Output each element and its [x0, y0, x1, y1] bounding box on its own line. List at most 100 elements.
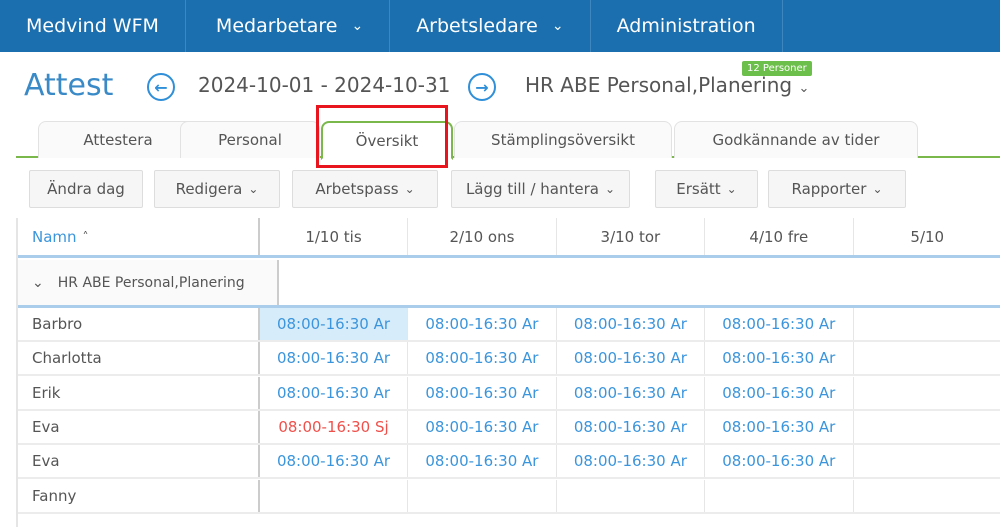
nav-item-arbetsledare[interactable]: Arbetsledare ⌄ [390, 0, 591, 52]
shift-cell[interactable] [854, 377, 1000, 409]
shift-cell[interactable]: 08:00-16:30 Ar [705, 445, 854, 478]
name-header-label: Namn [32, 227, 77, 246]
employee-name[interactable]: Eva [18, 410, 260, 443]
arrow-right-icon: → [475, 77, 489, 97]
shift-cell[interactable]: 08:00-16:30 Ar [705, 410, 854, 443]
nav-item-medarbetare[interactable]: Medarbetare ⌄ [186, 0, 391, 52]
highlight-box [316, 105, 448, 168]
tab-4[interactable]: Godkännande av tider [674, 121, 918, 158]
chevron-down-icon: ⌄ [551, 18, 564, 34]
day-header: 4/10 fre [705, 218, 854, 255]
shift-cell[interactable]: 08:00-16:30 Sj [260, 410, 409, 443]
chevron-down-icon: ⌄ [726, 182, 737, 196]
group-label: HR ABE Personal,Planering [57, 274, 245, 291]
toolbar-button-2[interactable]: Arbetspass ⌄ [292, 170, 438, 208]
shift-cell[interactable] [854, 342, 1000, 374]
table-row: Fanny [18, 479, 1000, 514]
shift-cell[interactable]: 08:00-16:30 Ar [408, 376, 557, 409]
employee-name[interactable]: Fanny [18, 479, 260, 512]
button-label: Lägg till / hantera [465, 180, 599, 198]
top-nav: Medvind WFM Medarbetare ⌄ Arbetsledare ⌄ Admi… [0, 0, 1000, 52]
arrow-left-icon: ← [154, 77, 168, 97]
nav-item-label: Medarbetare [215, 15, 338, 37]
nav-item-administration[interactable]: Administration [591, 0, 783, 52]
chevron-down-icon: ⌄ [351, 18, 364, 34]
button-label: Ersätt [676, 180, 721, 198]
nav-item-label: Medvind WFM [26, 15, 159, 37]
button-label: Redigera [175, 180, 243, 198]
shift-cell[interactable]: 08:00-16:30 Ar [408, 308, 557, 340]
button-label: Arbetspass [315, 180, 399, 198]
day-header: 3/10 tor [557, 218, 706, 255]
shift-cell[interactable]: 08:00-16:30 Ar [260, 376, 409, 409]
tab-bar: Attestera Personal Översikt Stämplingsövers… [16, 118, 1000, 160]
toolbar-button-1[interactable]: Redigera ⌄ [154, 170, 280, 208]
day-header: 2/10 ons [408, 218, 557, 255]
shift-cell[interactable]: 08:00-16:30 Ar [557, 445, 706, 478]
shift-cell[interactable] [260, 479, 409, 512]
day-header: 5/10 [854, 218, 1000, 255]
next-period-button[interactable]: → [468, 73, 496, 101]
shift-cell[interactable]: 08:00-16:30 Ar [705, 308, 854, 340]
shift-cell[interactable]: 08:00-16:30 Ar [260, 342, 409, 375]
shift-cell[interactable]: 08:00-16:30 Ar [705, 342, 854, 375]
nav-item-label: Arbetsledare [416, 15, 538, 37]
toolbar-button-4[interactable]: Ersätt ⌄ [655, 170, 758, 208]
schedule-grid: Namn ˄ 1/10 tis 2/10 ons 3/10 tor 4/10 fre 5/… [16, 218, 1000, 527]
employee-name[interactable]: Charlotta [18, 342, 260, 375]
button-label: Ändra dag [47, 180, 125, 198]
chevron-down-icon: ⌄ [872, 182, 883, 196]
shift-cell[interactable]: 08:00-16:30 Ar [408, 410, 557, 443]
table-row: Charlotta 08:00-16:30 Ar 08:00-16:30 Ar 08:… [18, 342, 1000, 377]
table-row: Erik 08:00-16:30 Ar 08:00-16:30 Ar 08:00-16… [18, 376, 1000, 411]
shift-cell[interactable] [854, 308, 1000, 340]
shift-cell[interactable]: 08:00-16:30 Ar [408, 445, 557, 478]
group-label: HR ABE Personal,Planering [525, 73, 793, 97]
chevron-down-icon: ⌄ [604, 182, 616, 196]
group-selector[interactable]: HR ABE Personal,Planering ⌄ [525, 73, 809, 97]
button-label: Rapporter [791, 180, 867, 198]
shift-cell[interactable]: 08:00-16:30 Ar [557, 342, 706, 375]
shift-cell[interactable]: 08:00-16:30 Ar [408, 342, 557, 375]
date-range: 2024-10-01 - 2024-10-31 [198, 73, 451, 97]
toolbar-button-5[interactable]: Rapporter ⌄ [768, 170, 906, 208]
sort-by-name-header[interactable]: Namn ˄ [18, 218, 260, 255]
employee-name[interactable]: Barbro [18, 308, 260, 340]
shift-cell[interactable] [854, 445, 1000, 477]
person-count-badge: 12 Personer [742, 61, 812, 76]
chevron-down-icon: ⌄ [798, 81, 810, 96]
shift-cell[interactable] [854, 480, 1000, 512]
grid-header-row: Namn ˄ 1/10 tis 2/10 ons 3/10 tor 4/10 fre 5/… [18, 218, 1000, 258]
nav-item-medvind-wfm[interactable]: Medvind WFM [0, 0, 186, 52]
shift-cell[interactable]: 08:00-16:30 Ar [557, 410, 706, 443]
employee-name[interactable]: Erik [18, 376, 260, 409]
shift-cell[interactable] [705, 479, 854, 512]
group-row[interactable]: ⌄ HR ABE Personal,Planering [18, 260, 1000, 308]
toolbar-button-3[interactable]: Lägg till / hantera ⌄ [451, 170, 630, 208]
shift-cell[interactable]: 08:00-16:30 Ar [557, 308, 706, 340]
chevron-down-icon: ⌄ [32, 274, 44, 291]
employee-name[interactable]: Eva [18, 445, 260, 478]
shift-cell[interactable]: 08:00-16:30 Ar [705, 376, 854, 409]
table-row: Eva 08:00-16:30 Ar 08:00-16:30 Ar 08:00-16:… [18, 445, 1000, 480]
nav-item-label: Administration [616, 15, 756, 37]
tab-0[interactable]: Attestera [38, 121, 198, 158]
table-row: Barbro 08:00-16:30 Ar 08:00-16:30 Ar 08:00-… [18, 308, 1000, 342]
table-row: Eva 08:00-16:30 Sj 08:00-16:30 Ar 08:00-16:… [18, 410, 1000, 445]
chevron-down-icon: ⌄ [248, 182, 259, 196]
shift-cell[interactable]: 08:00-16:30 Ar [259, 308, 409, 340]
shift-cell[interactable] [557, 479, 706, 512]
day-header: 1/10 tis [260, 218, 409, 255]
toolbar-button-0[interactable]: Ändra dag [29, 170, 143, 208]
chevron-down-icon: ⌄ [404, 182, 415, 196]
shift-cell[interactable]: 08:00-16:30 Ar [557, 376, 706, 409]
shift-cell[interactable] [408, 479, 557, 512]
tab-3[interactable]: Stämplingsöversikt [454, 121, 672, 158]
page-title: Attest [24, 68, 114, 103]
tab-1[interactable]: Personal [180, 121, 320, 158]
shift-cell[interactable]: 08:00-16:30 Ar [260, 445, 409, 478]
shift-cell[interactable] [854, 411, 1000, 443]
group-name[interactable]: ⌄ HR ABE Personal,Planering [18, 260, 279, 305]
sort-asc-icon: ˄ [82, 229, 89, 244]
prev-period-button[interactable]: ← [147, 73, 175, 101]
